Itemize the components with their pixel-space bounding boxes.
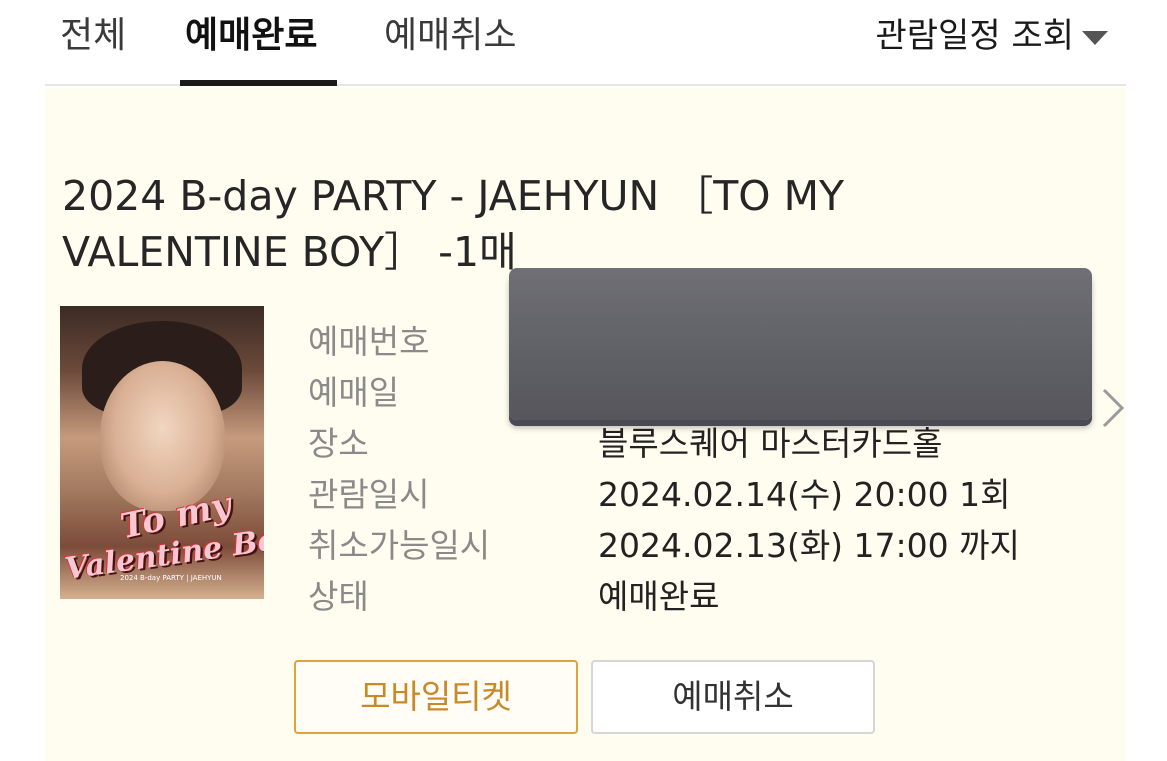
detail-label: 장소	[308, 424, 369, 463]
detail-label: 관람일시	[308, 475, 430, 514]
detail-value: 2024.02.14(수) 20:00 1회	[598, 475, 1011, 514]
cancel-booking-button[interactable]: 예매취소	[591, 660, 875, 734]
chevron-right-icon[interactable]	[1100, 388, 1126, 428]
tab-bar: 전체 예매완료 예매취소 관람일정 조회	[45, 0, 1126, 86]
detail-label: 상태	[308, 577, 369, 616]
detail-value: 예매완료	[598, 577, 720, 616]
booking-title: 2024 B-day PARTY - JAEHYUN ［TO MY VALENT…	[62, 172, 845, 276]
redaction-overlay	[509, 268, 1092, 420]
caret-down-icon	[1082, 31, 1108, 45]
detail-label: 취소가능일시	[308, 526, 491, 565]
tab-booking-complete[interactable]: 예매완료	[185, 12, 317, 60]
tab-booking-cancelled[interactable]: 예매취소	[384, 12, 516, 60]
booking-card[interactable]: 2024 B-day PARTY - JAEHYUN ［TO MY VALENT…	[45, 88, 1126, 761]
tab-all[interactable]: 전체	[60, 12, 126, 60]
schedule-filter-label: 관람일정 조회	[875, 16, 1075, 56]
detail-label: 예매일	[308, 373, 400, 412]
detail-value: 2024.02.13(화) 17:00 까지	[598, 526, 1020, 565]
event-poster-image: To my Valentine Boy 2024 B-day PARTY | J…	[60, 306, 264, 599]
detail-value: 블루스퀘어 마스터카드홀	[598, 424, 943, 463]
mobile-ticket-button[interactable]: 모바일티켓	[294, 660, 578, 734]
schedule-filter-dropdown[interactable]: 관람일정 조회	[875, 12, 1108, 60]
detail-label: 예매번호	[308, 322, 430, 361]
poster-fine-print: 2024 B-day PARTY | JAEHYUN	[120, 574, 222, 582]
active-tab-indicator	[180, 80, 337, 86]
